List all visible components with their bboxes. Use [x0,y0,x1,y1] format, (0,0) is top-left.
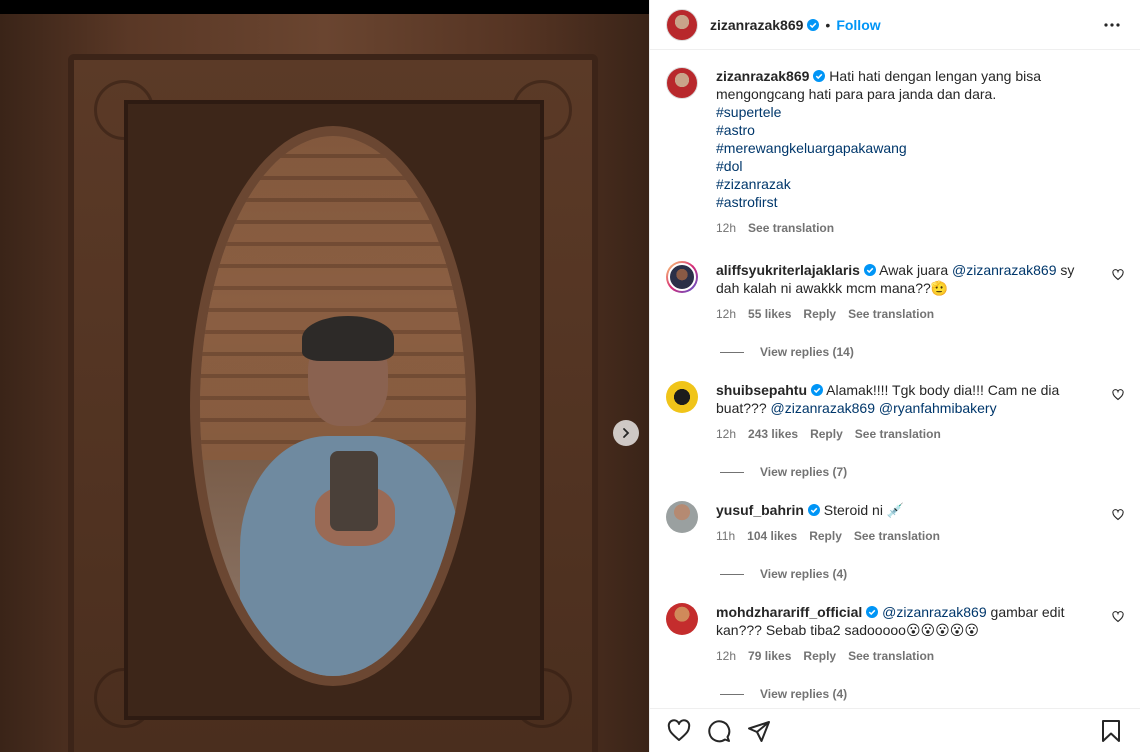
comment-text: Awak juara [879,262,953,278]
separator-dot: • [825,16,831,33]
comment: mohdzharariff_official @zizanrazak869 ga… [666,603,1124,701]
hashtag-link[interactable]: #zizanrazak [716,175,1100,193]
photo-image [0,14,649,752]
post-panel: zizanrazak869 • Follow zizanrazak869 Hat… [649,0,1140,752]
see-translation-button[interactable]: See translation [848,647,934,665]
view-replies-label: View replies (4) [760,687,848,701]
likes-count[interactable]: 104 likes [747,527,797,545]
view-replies-label: View replies (4) [760,567,848,581]
view-replies-button[interactable]: View replies (4) [720,567,1124,581]
hashtag-link[interactable]: #merewangkeluargapakawang [716,139,1100,157]
comment-username[interactable]: shuibsepahtu [716,382,807,398]
mirror-reflection [190,126,476,686]
chevron-right-icon [623,428,630,438]
comment-button[interactable] [706,718,732,744]
heart-icon[interactable] [1112,611,1124,623]
next-image-button[interactable] [613,420,639,446]
hashtag-link[interactable]: #astro [716,121,1100,139]
comment-text: Steroid ni 💉 [823,502,905,518]
caption: zizanrazak869 Hati hati dengan lengan ya… [666,67,1124,237]
like-button[interactable] [666,718,692,744]
comment-username[interactable]: mohdzharariff_official [716,604,862,620]
verified-icon [807,504,820,516]
comment-username[interactable]: yusuf_bahrin [716,502,804,518]
mention-link[interactable]: @zizanrazak869 [771,400,876,416]
reply-button[interactable]: Reply [810,425,843,443]
comments-scroll[interactable]: zizanrazak869 Hati hati dengan lengan ya… [650,51,1140,708]
see-translation-button[interactable]: See translation [855,425,941,443]
timestamp[interactable]: 12h [716,219,736,237]
verified-icon [813,70,826,82]
view-replies-button[interactable]: View replies (4) [720,687,1124,701]
hashtag-link[interactable]: #astrofirst [716,193,1100,211]
view-replies-button[interactable]: View replies (7) [720,465,1124,479]
heart-icon [667,718,691,741]
mention-link[interactable]: @zizanrazak869 [882,604,987,620]
timestamp[interactable]: 11h [716,527,735,545]
share-icon [748,720,770,742]
heart-icon[interactable] [1112,269,1124,281]
reply-button[interactable]: Reply [809,527,842,545]
timestamp[interactable]: 12h [716,425,736,443]
comment: aliffsyukriterlajaklaris Awak juara @ziz… [666,261,1124,359]
avatar[interactable] [666,501,698,533]
comment: yusuf_bahrin Steroid ni 💉 11h 104 likes … [666,501,1124,581]
see-translation-button[interactable]: See translation [748,219,834,237]
view-replies-label: View replies (14) [760,345,854,359]
reply-button[interactable]: Reply [803,305,836,323]
timestamp[interactable]: 12h [716,305,736,323]
comment: shuibsepahtu Alamak!!!! Tgk body dia!!! … [666,381,1124,479]
comment-icon [708,719,731,742]
share-button[interactable] [746,718,772,744]
avatar[interactable] [666,8,698,41]
avatar[interactable] [666,67,698,99]
caption-username[interactable]: zizanrazak869 [716,68,809,84]
avatar[interactable] [666,381,698,413]
mirror-frame [68,54,598,752]
verified-icon [866,606,879,618]
bookmark-icon [1102,719,1120,742]
follow-button[interactable]: Follow [836,17,880,33]
action-bar [650,708,1140,752]
mention-link[interactable]: @ryanfahmibakery [879,400,997,416]
more-icon [1104,22,1120,27]
verified-icon [811,384,824,396]
save-button[interactable] [1098,718,1124,744]
post-username[interactable]: zizanrazak869 [710,17,803,33]
more-options-button[interactable] [1100,13,1124,37]
view-replies-button[interactable]: View replies (14) [720,345,1124,359]
comment-username[interactable]: aliffsyukriterlajaklaris [716,262,860,278]
post-header: zizanrazak869 • Follow [650,0,1140,50]
heart-icon[interactable] [1112,509,1124,521]
hashtag-link[interactable]: #supertele [716,103,1100,121]
mention-link[interactable]: @zizanrazak869 [952,262,1057,278]
likes-count[interactable]: 243 likes [748,425,798,443]
reply-button[interactable]: Reply [803,647,836,665]
avatar[interactable] [666,261,698,293]
post-photo[interactable] [0,0,649,752]
hashtag-link[interactable]: #dol [716,157,1100,175]
view-replies-label: View replies (7) [760,465,848,479]
likes-count[interactable]: 79 likes [748,647,791,665]
see-translation-button[interactable]: See translation [854,527,940,545]
see-translation-button[interactable]: See translation [848,305,934,323]
timestamp[interactable]: 12h [716,647,736,665]
verified-icon [863,264,876,276]
avatar[interactable] [666,603,698,635]
verified-icon [807,18,820,31]
heart-icon[interactable] [1112,389,1124,401]
likes-count[interactable]: 55 likes [748,305,791,323]
